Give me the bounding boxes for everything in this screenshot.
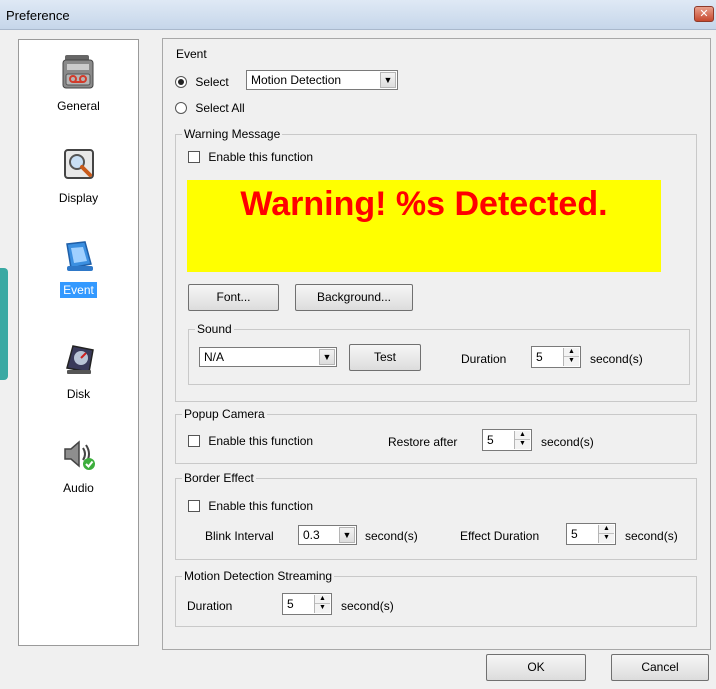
streaming-duration-spinner[interactable]: 5 ▲ ▼ (282, 593, 332, 615)
streaming-duration-label: Duration (187, 599, 233, 613)
spinner-arrows-icon[interactable]: ▲ ▼ (598, 525, 614, 543)
border-enable-checkbox[interactable]: Enable this function (188, 497, 313, 514)
sidebar-item-label: Display (58, 191, 99, 205)
sidebar: General Display Event Disk Audio (18, 39, 139, 646)
select-all-radio-label: Select All (195, 100, 245, 115)
test-button-label: Test (373, 350, 396, 364)
chevron-down-icon[interactable]: ▼ (319, 349, 335, 365)
window-edge-accent (0, 268, 8, 380)
spinner-arrows-icon[interactable]: ▲ ▼ (314, 595, 330, 613)
cassette-recorder-icon (59, 52, 99, 92)
sidebar-item-label: Event (60, 282, 97, 298)
event-type-select[interactable]: Motion Detection ▼ (246, 70, 398, 90)
warning-enable-label: Enable this function (208, 149, 314, 164)
border-effect-group: Border Effect Enable this function Blink… (175, 471, 697, 560)
window-title: Preference (6, 8, 70, 23)
sidebar-item-disk[interactable]: Disk (19, 340, 138, 402)
warning-preview-text: Warning! %s Detected. (240, 185, 608, 223)
border-enable-label: Enable this function (208, 498, 314, 513)
sidebar-item-audio[interactable]: Audio (19, 434, 138, 496)
select-radio-button[interactable] (175, 75, 187, 88)
popup-enable-checkbox[interactable]: Enable this function (188, 432, 313, 449)
ok-button[interactable]: OK (486, 654, 586, 681)
effect-duration-unit: second(s) (625, 529, 678, 543)
sidebar-item-event[interactable]: Event (19, 236, 138, 298)
monitor-event-icon (59, 236, 99, 276)
effect-duration-spinner[interactable]: 5 ▲ ▼ (566, 523, 616, 545)
motion-streaming-group: Motion Detection Streaming Duration 5 ▲ ▼… (175, 569, 697, 627)
sound-duration-spinner[interactable]: 5 ▲ ▼ (531, 346, 581, 368)
event-type-value: Motion Detection (251, 73, 342, 87)
select-radio[interactable]: Select (175, 73, 229, 90)
warning-enable-box[interactable] (188, 150, 200, 163)
disk-gauge-icon (59, 340, 99, 380)
warning-preview: Warning! %s Detected. (187, 180, 661, 272)
event-group-title: Event (174, 47, 209, 61)
spinner-arrows-icon[interactable]: ▲ ▼ (563, 348, 579, 366)
warning-group-title: Warning Message (182, 127, 283, 141)
restore-after-value: 5 (487, 433, 494, 447)
blink-interval-value: 0.3 (303, 528, 320, 542)
effect-duration-value: 5 (571, 527, 578, 541)
sidebar-item-label: Audio (63, 481, 94, 495)
sidebar-item-general[interactable]: General (19, 52, 138, 114)
sound-duration-label: Duration (461, 352, 507, 366)
warning-enable-checkbox[interactable]: Enable this function (188, 148, 313, 165)
speaker-icon (59, 434, 99, 474)
sound-value: N/A (204, 350, 225, 364)
event-group: Event Select Motion Detection ▼ Select A… (170, 47, 703, 640)
popup-enable-box[interactable] (188, 434, 200, 447)
font-button[interactable]: Font... (188, 284, 279, 311)
cancel-button[interactable]: Cancel (611, 654, 709, 681)
title-bar: Preference ✕ (0, 0, 716, 30)
close-button[interactable]: ✕ (694, 6, 714, 22)
select-radio-label: Select (195, 74, 229, 89)
restore-after-label: Restore after (388, 435, 458, 449)
popup-group-title: Popup Camera (182, 407, 267, 421)
chevron-down-icon[interactable]: ▼ (339, 527, 355, 543)
background-button-label: Background... (316, 290, 392, 304)
border-enable-box[interactable] (188, 499, 200, 512)
cancel-button-label: Cancel (641, 660, 679, 674)
sidebar-item-display[interactable]: Display (19, 144, 138, 206)
spinner-arrows-icon[interactable]: ▲ ▼ (514, 431, 530, 449)
blink-interval-select[interactable]: 0.3 ▼ (298, 525, 357, 545)
sound-select[interactable]: N/A ▼ (199, 347, 337, 367)
font-button-label: Font... (216, 290, 251, 304)
sound-group: Sound N/A ▼ Test Duration 5 ▲ ▼ second(s) (188, 322, 690, 385)
restore-after-spinner[interactable]: 5 ▲ ▼ (482, 429, 532, 451)
streaming-group-title: Motion Detection Streaming (182, 569, 335, 583)
effect-duration-label: Effect Duration (460, 529, 540, 543)
streaming-duration-value: 5 (287, 597, 294, 611)
close-icon: ✕ (699, 8, 709, 20)
ok-button-label: OK (527, 660, 545, 674)
select-all-radio[interactable]: Select All (175, 99, 245, 116)
sound-duration-value: 5 (536, 350, 543, 364)
sound-duration-unit: second(s) (590, 352, 643, 366)
restore-after-unit: second(s) (541, 435, 594, 449)
sidebar-item-label: Disk (66, 387, 91, 401)
test-button[interactable]: Test (349, 344, 421, 371)
event-settings-panel: Event Select Motion Detection ▼ Select A… (162, 38, 711, 650)
popup-camera-group: Popup Camera Enable this function Restor… (175, 407, 697, 464)
streaming-duration-unit: second(s) (341, 599, 394, 613)
sound-group-title: Sound (195, 322, 234, 336)
sidebar-item-label: General (57, 99, 100, 113)
select-all-radio-button[interactable] (175, 101, 187, 114)
blink-interval-unit: second(s) (365, 529, 418, 543)
background-button[interactable]: Background... (295, 284, 413, 311)
chevron-down-icon[interactable]: ▼ (380, 72, 396, 88)
border-group-title: Border Effect (182, 471, 256, 485)
warning-message-group: Warning Message Enable this function War… (175, 127, 697, 402)
blink-interval-label: Blink Interval (205, 529, 274, 543)
popup-enable-label: Enable this function (208, 433, 314, 448)
magnifier-icon (59, 144, 99, 184)
